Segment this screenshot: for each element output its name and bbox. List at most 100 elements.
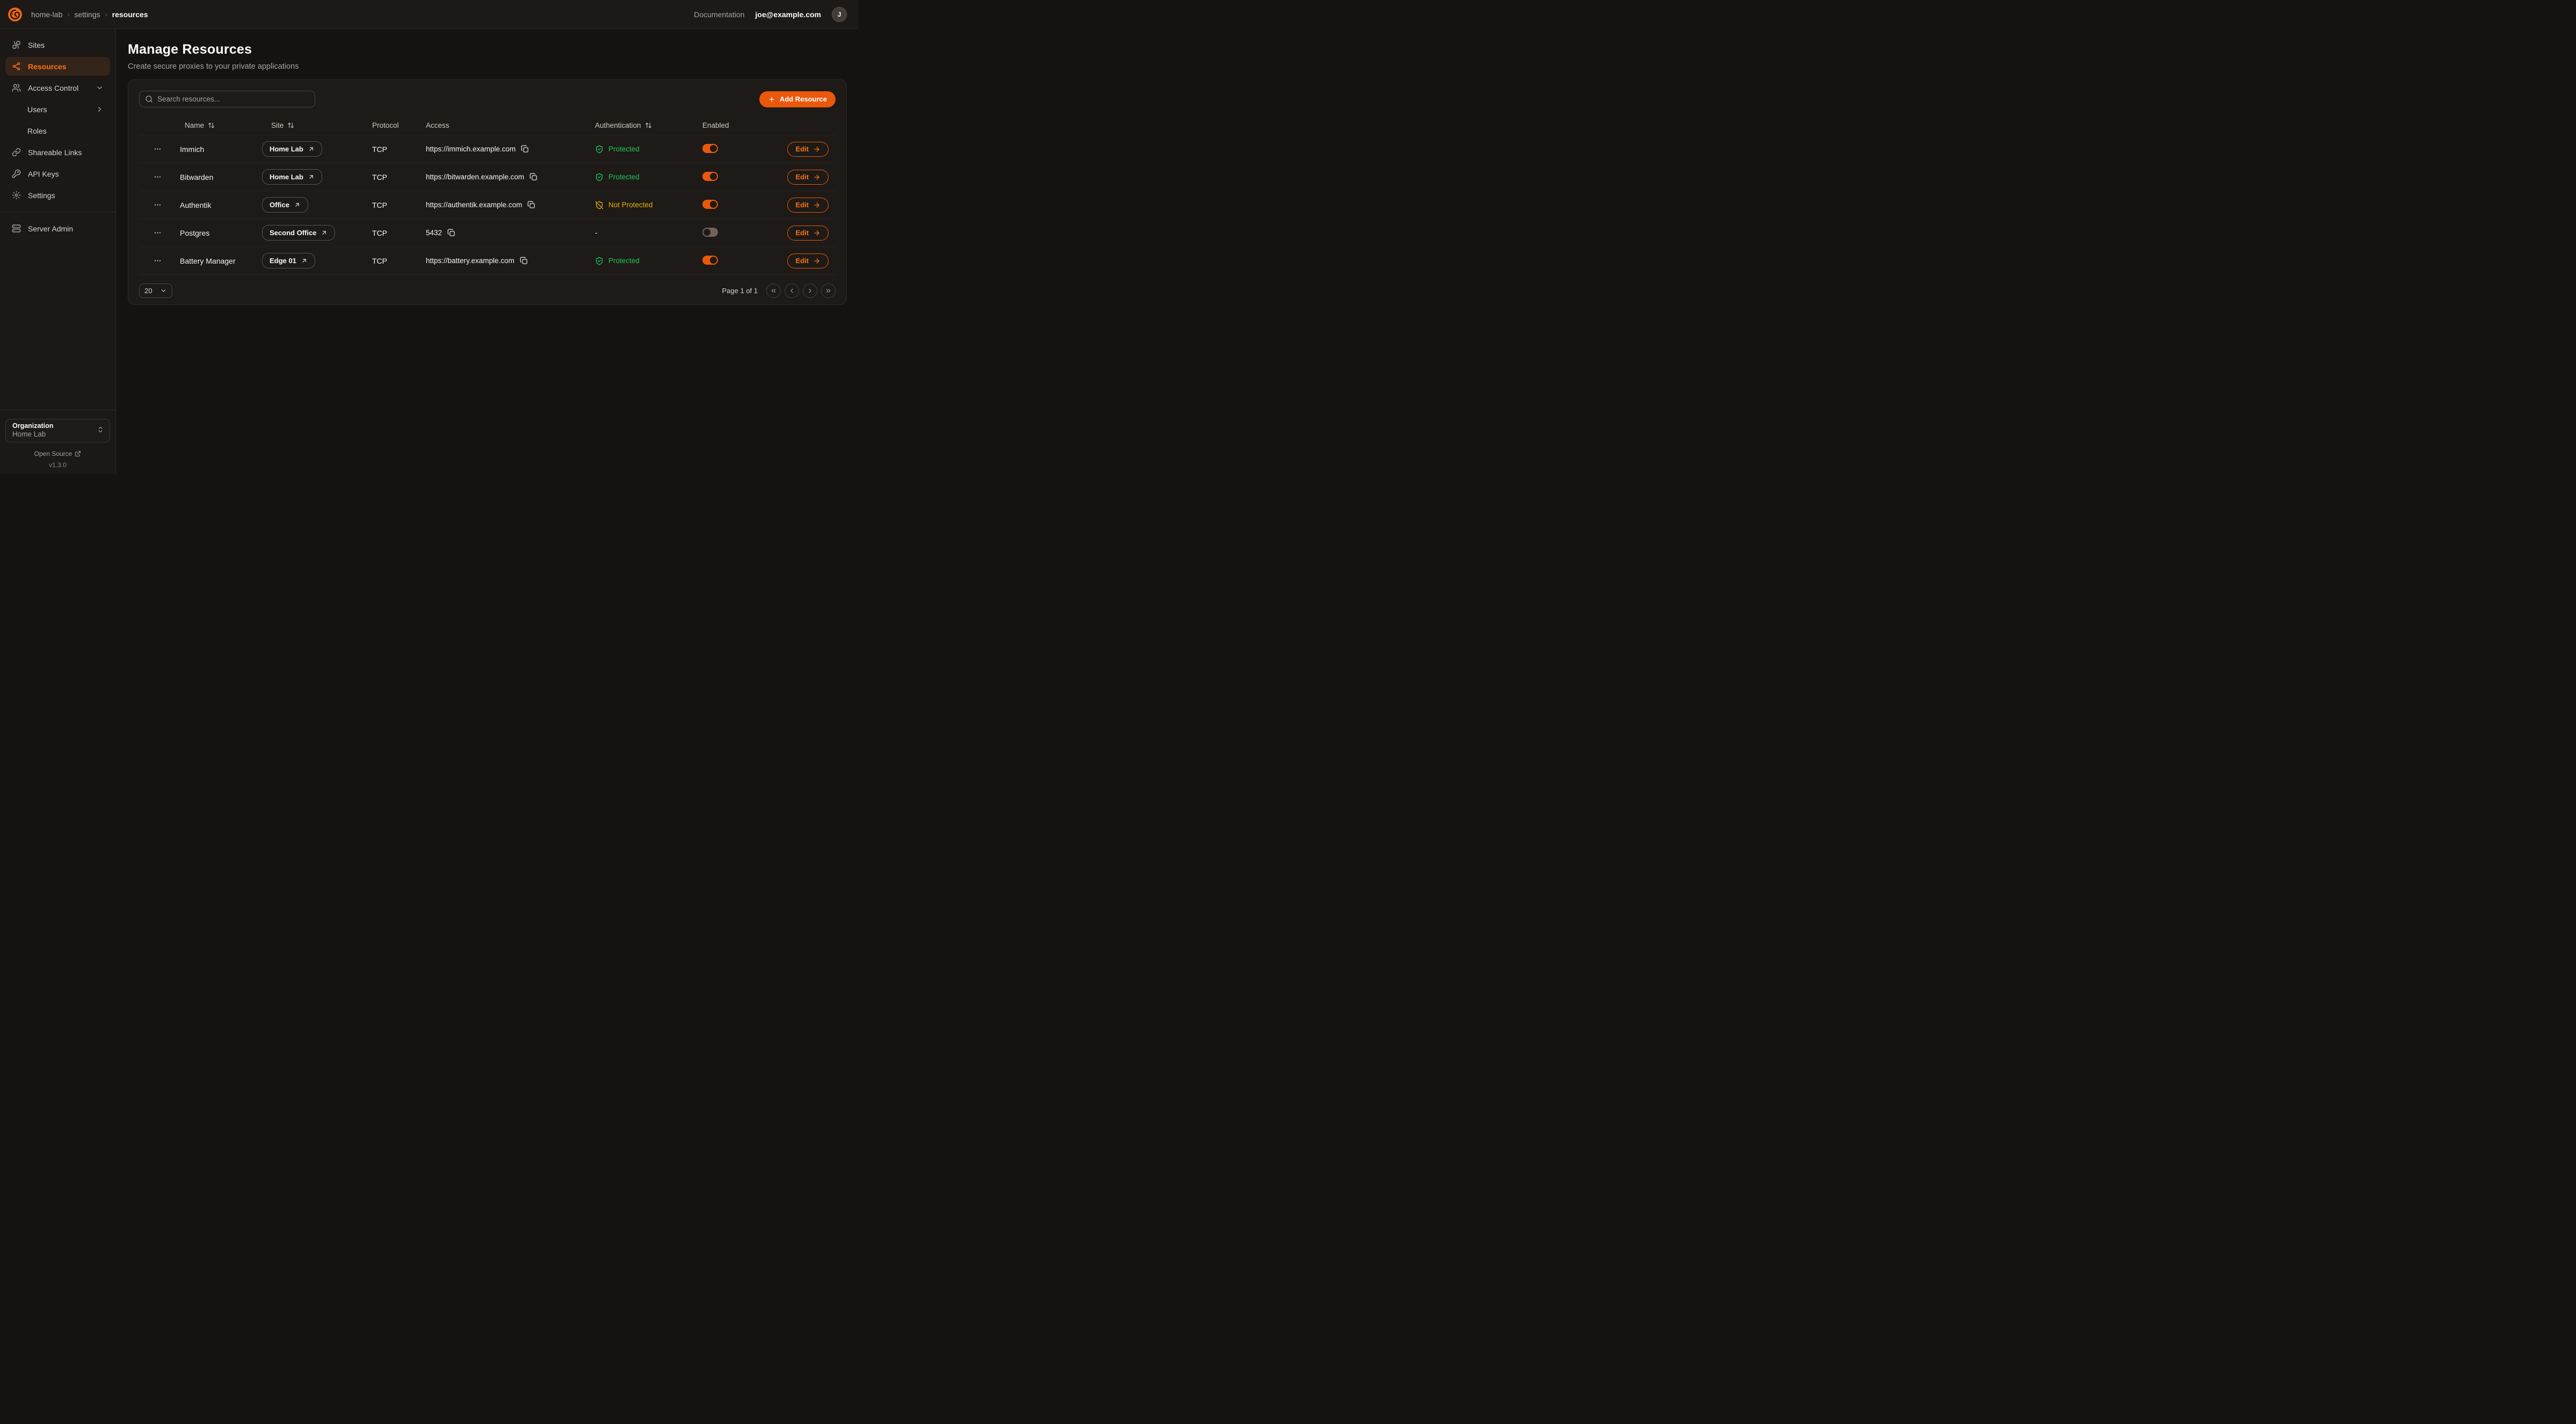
resource-name: Immich [176,145,262,154]
organization-text: Organization Home Lab [12,422,53,438]
key-icon [12,169,21,178]
copy-button[interactable] [521,145,529,153]
edit-button[interactable]: Edit [787,226,829,241]
column-header-authentication[interactable]: Authentication [595,121,702,129]
open-source-link[interactable]: Open Source [5,450,110,457]
topbar: home-lab › settings › resources Document… [0,0,859,29]
breadcrumb-current: resources [112,10,148,19]
enabled-toggle[interactable] [702,200,718,209]
arrow-right-icon [813,146,821,153]
edit-button[interactable]: Edit [787,253,829,268]
ellipsis-icon [154,173,162,181]
site-link[interactable]: Edge 01 [262,253,315,268]
sidebar-item-resources[interactable]: Resources [5,57,110,76]
sidebar-item-sites[interactable]: Sites [5,35,110,54]
user-email[interactable]: joe@example.com [755,10,821,19]
table-row: Immich Home Lab TCP https://immich.examp… [139,135,836,163]
copy-button[interactable] [529,173,538,181]
copy-button[interactable] [520,257,528,265]
edit-button[interactable]: Edit [787,142,829,157]
plus-icon [768,96,775,103]
sites-icon [12,40,21,49]
brand: home-lab › settings › resources [8,7,148,22]
gear-icon [12,191,21,200]
sidebar-item-label: API Keys [28,170,59,178]
table-row: Authentik Office TCP https://authentik.e… [139,191,836,219]
chevrons-left-icon [770,287,777,294]
chevron-down-icon [160,287,167,294]
copy-button[interactable] [447,229,455,237]
toggle-knob [710,201,717,208]
site-link[interactable]: Office [262,197,308,213]
copy-icon [447,229,455,237]
first-page-button[interactable] [766,284,781,298]
shield-check-icon [595,257,604,265]
copy-button[interactable] [527,201,535,209]
next-page-button[interactable] [803,284,817,298]
sidebar-item-settings[interactable]: Settings [5,186,110,205]
resource-name: Authentik [176,201,262,209]
avatar[interactable]: J [832,7,847,22]
previous-page-button[interactable] [785,284,799,298]
row-menu-button[interactable] [139,257,176,265]
documentation-link[interactable]: Documentation [694,10,744,19]
toolbar: Add Resource [139,91,836,107]
sidebar-item-access-control[interactable]: Access Control [5,78,110,97]
page-size-select[interactable]: 20 [139,284,172,298]
sidebar-item-server-admin[interactable]: Server Admin [5,219,110,238]
page-subtitle: Create secure proxies to your private ap… [128,62,847,71]
row-menu-button[interactable] [139,145,176,153]
sidebar-item-shareable-links[interactable]: Shareable Links [5,143,110,162]
arrow-right-icon [813,173,821,181]
breadcrumb-settings[interactable]: settings [74,10,100,19]
last-page-button[interactable] [821,284,836,298]
add-resource-button[interactable]: Add Resource [759,91,836,107]
site-link[interactable]: Home Lab [262,169,322,185]
arrow-right-icon [813,201,821,209]
search-input[interactable] [157,95,309,103]
sidebar-item-label: Sites [28,41,45,49]
enabled-toggle[interactable] [702,256,718,265]
resource-name: Battery Manager [176,257,262,265]
resource-access-url: https://immich.example.com [426,145,516,153]
edit-button[interactable]: Edit [787,170,829,185]
sidebar-item-users[interactable]: Users [5,100,110,119]
enabled-toggle[interactable] [702,144,718,153]
column-header-enabled: Enabled [702,121,778,129]
organization-value: Home Lab [12,430,53,438]
resources-icon [12,62,21,71]
sort-icon [287,122,294,129]
column-header-site[interactable]: Site [262,121,372,129]
sort-icon [208,122,215,129]
enabled-toggle[interactable] [702,172,718,181]
ellipsis-icon [154,229,162,237]
column-header-name[interactable]: Name [176,121,262,129]
site-link[interactable]: Second Office [262,225,335,241]
chevron-left-icon [788,287,795,294]
edit-button[interactable]: Edit [787,198,829,213]
page-status: Page 1 of 1 [722,287,758,295]
resource-access-url: https://bitwarden.example.com [426,173,524,181]
sidebar-item-label: Server Admin [28,224,73,233]
search-box [139,91,315,107]
pager: Page 1 of 1 [722,284,836,298]
row-menu-button[interactable] [139,201,176,209]
breadcrumb-separator: › [105,11,107,18]
enabled-toggle[interactable] [702,228,718,237]
sidebar-item-api-keys[interactable]: API Keys [5,164,110,183]
row-menu-button[interactable] [139,173,176,181]
sidebar-item-label: Resources [28,62,67,71]
resource-protocol: TCP [372,229,426,237]
sidebar-item-roles[interactable]: Roles [5,121,110,140]
breadcrumb-org[interactable]: home-lab [31,10,62,19]
arrow-right-icon [813,257,821,265]
row-menu-button[interactable] [139,229,176,237]
auth-status: Protected [595,145,702,154]
shield-check-icon [595,145,604,154]
chevrons-up-down-icon [97,426,104,435]
resources-card: Add Resource Name Site Protocol Acc [128,79,847,305]
organization-selector[interactable]: Organization Home Lab [5,419,110,442]
organization-label: Organization [12,422,53,430]
search-icon [145,95,153,103]
site-link[interactable]: Home Lab [262,141,322,157]
